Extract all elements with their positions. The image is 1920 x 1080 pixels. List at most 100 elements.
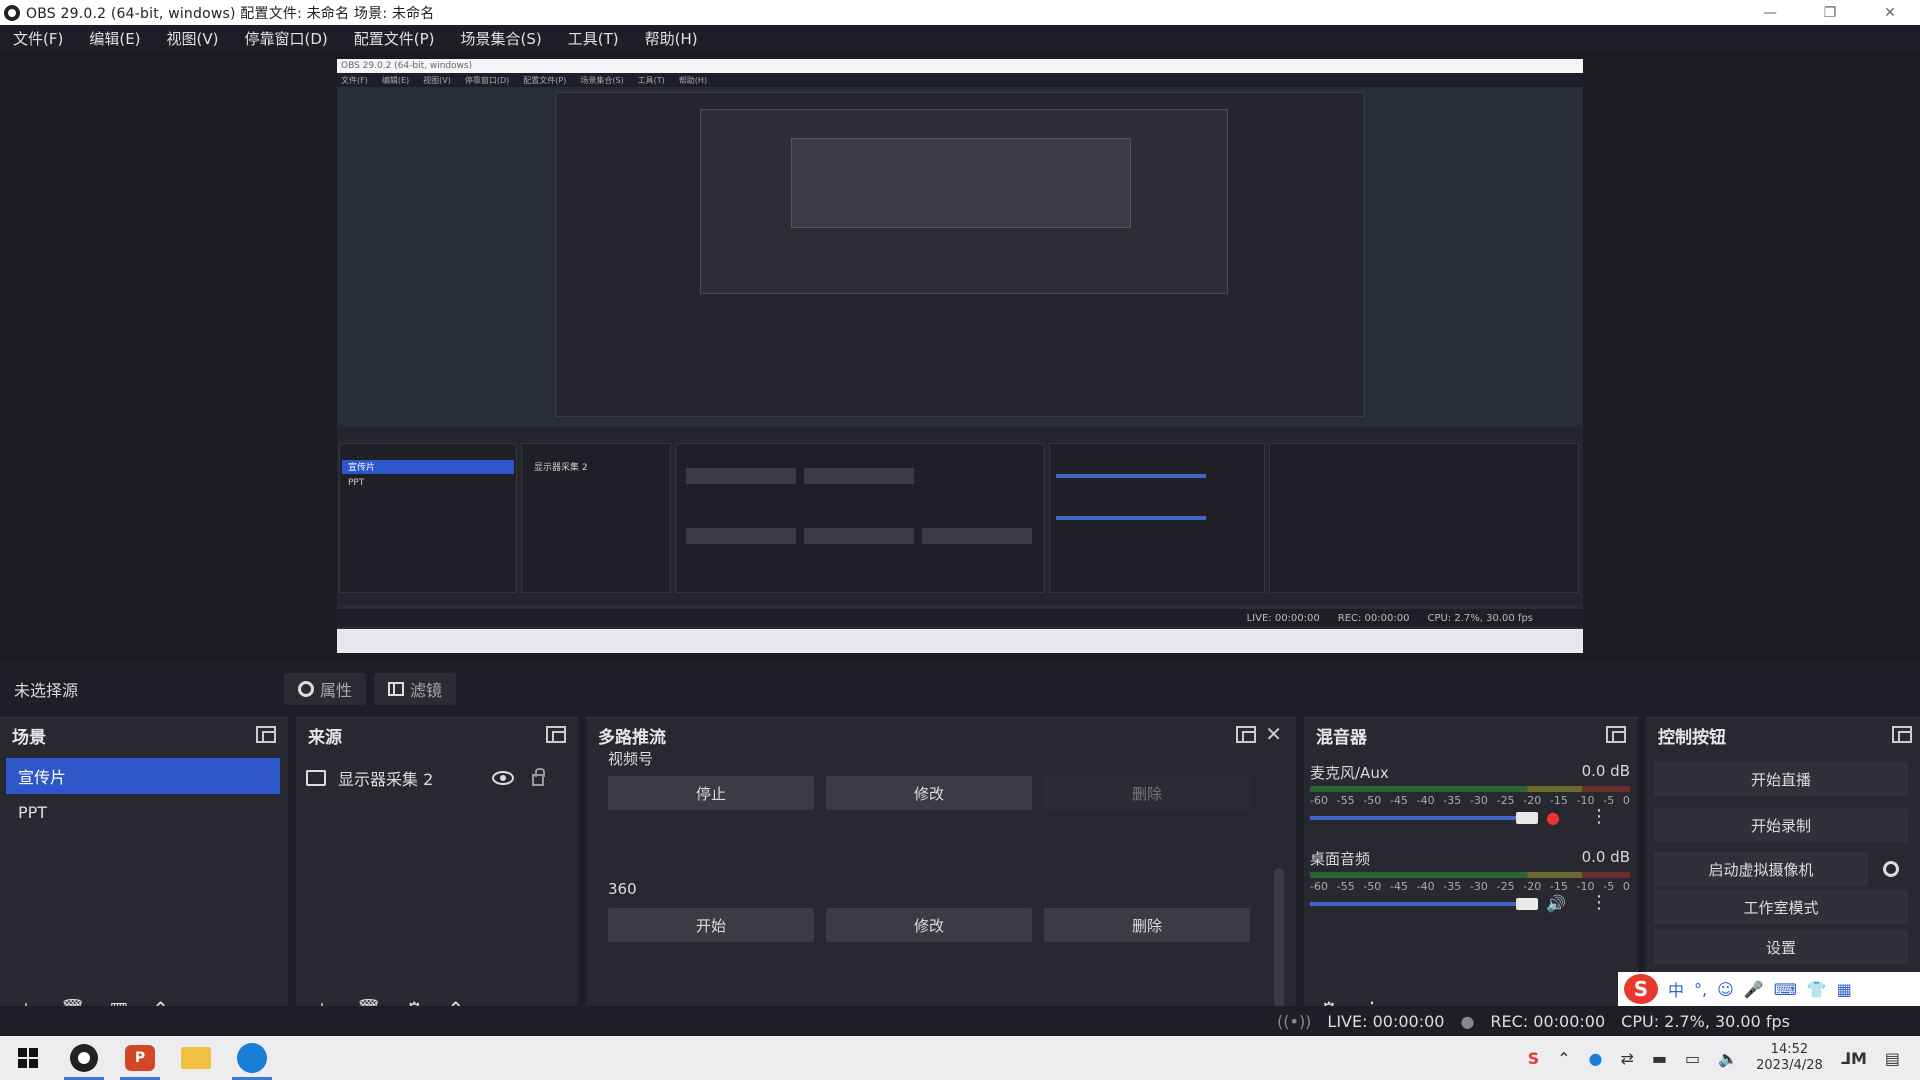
scrollbar[interactable] — [1274, 868, 1284, 1008]
close-button[interactable]: ✕ — [1860, 0, 1920, 25]
start-streaming-button[interactable]: 开始直播 — [1654, 762, 1908, 796]
ime-punctuation-icon[interactable]: °, — [1694, 980, 1707, 999]
source-toolbar: 未选择源 属性 滤镜 — [0, 667, 1920, 711]
window-title: OBS 29.0.2 (64-bit, windows) 配置文件: 未命名 场… — [26, 5, 435, 22]
meter-scale: -60 -55 -50 -45 -40 -35 -30 -25 -20 -15 … — [1310, 794, 1630, 807]
menu-file[interactable]: 文件(F) — [0, 28, 76, 49]
scene-item-promo[interactable]: 宣传片 — [6, 758, 280, 794]
preview-nested-scene-2: PPT — [348, 478, 365, 488]
eye-icon[interactable] — [492, 771, 514, 785]
ime-tray-icon[interactable]: S — [1528, 1049, 1540, 1068]
menu-docks[interactable]: 停靠窗口(D) — [232, 28, 341, 49]
scene-item-ppt[interactable]: PPT — [6, 794, 280, 830]
preview-nested-docks: 宣传片 PPT 显示器采集 2 — [337, 427, 1583, 605]
channel-db: 0.0 dB — [1581, 848, 1630, 866]
maximize-button[interactable]: ❐ — [1800, 0, 1860, 25]
taskbar-powerpoint[interactable]: P — [112, 1036, 168, 1080]
virtual-camera-settings-icon[interactable] — [1874, 852, 1908, 886]
app-tray-icon[interactable]: ● — [1589, 1049, 1603, 1068]
filters-button[interactable]: 滤镜 — [374, 673, 457, 705]
start-button[interactable]: 开始 — [608, 908, 814, 942]
preview-menu-item: 编辑(E) — [381, 75, 410, 85]
ime-toolbox-icon[interactable]: ▦ — [1837, 980, 1852, 999]
preview-nested-titlebar: OBS 29.0.2 (64-bit, windows) — [337, 59, 1583, 73]
scale-tick: -60 — [1310, 794, 1328, 807]
preview-nested-multistream — [675, 443, 1045, 593]
undock-icon[interactable] — [1236, 726, 1256, 743]
properties-button[interactable]: 属性 — [284, 673, 367, 705]
close-icon[interactable]: ✕ — [1265, 722, 1282, 746]
ime-mode-icon[interactable]: ⅃M — [1841, 1049, 1867, 1068]
scale-tick: -30 — [1469, 794, 1488, 807]
folder-icon — [181, 1047, 211, 1069]
volume-slider[interactable] — [1310, 902, 1530, 906]
ime-language-toggle[interactable]: 中 — [1668, 977, 1684, 1001]
ime-emoji-icon[interactable]: ☺ — [1717, 980, 1734, 999]
preview-nested-taskbar — [337, 629, 1583, 653]
menu-edit[interactable]: 编辑(E) — [76, 28, 153, 49]
menu-tools[interactable]: 工具(T) — [555, 28, 632, 49]
filters-label: 滤镜 — [410, 681, 443, 700]
preview-nested-status: LIVE: 00:00:00 REC: 00:00:00 CPU: 2.7%, … — [337, 609, 1583, 627]
clock[interactable]: 14:52 2023/4/28 — [1756, 1042, 1823, 1074]
scenes-dock: 场景 宣传片 PPT ＋ 🗑 ▥ ⌃ ⌄ — [0, 717, 288, 1029]
volume-slider-handle[interactable] — [1516, 898, 1538, 910]
edit-button[interactable]: 修改 — [826, 776, 1032, 810]
preview-recursive-capture — [555, 92, 1365, 417]
more-options-icon[interactable]: ⋮ — [1590, 892, 1608, 913]
volume-icon[interactable]: 🔈 — [1718, 1049, 1738, 1068]
minimize-button[interactable]: — — [1740, 0, 1800, 25]
undock-icon[interactable] — [1892, 726, 1912, 743]
settings-button[interactable]: 设置 — [1654, 930, 1908, 964]
undock-icon[interactable] — [1606, 726, 1626, 743]
preview-nested-cpu: CPU: 2.7%, 30.00 fps — [1427, 612, 1533, 624]
scale-tick: 0 — [1622, 880, 1630, 893]
stop-button[interactable]: 停止 — [608, 776, 814, 810]
menu-profile[interactable]: 配置文件(P) — [341, 28, 448, 49]
start-button[interactable] — [0, 1036, 56, 1080]
chevron-up-icon[interactable]: ⌃ — [1557, 1049, 1570, 1068]
delete-button[interactable]: 删除 — [1044, 908, 1250, 942]
start-virtual-camera-button[interactable]: 启动虚拟摄像机 — [1654, 852, 1868, 886]
taskbar-obs[interactable] — [56, 1036, 112, 1080]
clock-time: 14:52 — [1770, 1042, 1809, 1057]
preview-area[interactable]: OBS 29.0.2 (64-bit, windows) 文件(F) 编辑(E)… — [0, 51, 1920, 661]
scale-tick: -30 — [1469, 880, 1488, 893]
start-recording-button[interactable]: 开始录制 — [1654, 808, 1908, 842]
menu-view[interactable]: 视图(V) — [154, 28, 232, 49]
scale-tick: -40 — [1416, 880, 1435, 893]
preview-nested-button — [922, 528, 1032, 544]
preview-nested-slider — [1056, 474, 1206, 478]
menu-help[interactable]: 帮助(H) — [632, 28, 711, 49]
notification-icon[interactable]: ▤ — [1885, 1049, 1900, 1068]
windows-logo-icon — [18, 1048, 38, 1068]
ime-skin-icon[interactable]: 👕 — [1807, 980, 1827, 999]
more-options-icon[interactable]: ⋮ — [1590, 806, 1608, 827]
obs-icon — [70, 1044, 98, 1072]
sync-icon[interactable]: ⇄ — [1621, 1049, 1634, 1068]
undock-icon[interactable] — [256, 726, 276, 743]
preview-canvas[interactable]: OBS 29.0.2 (64-bit, windows) 文件(F) 编辑(E)… — [337, 59, 1583, 653]
delete-button[interactable]: 删除 — [1044, 776, 1250, 810]
ime-toolbar: S 中 °, ☺ 🎤 ⌨ 👕 ▦ — [1618, 972, 1920, 1006]
stream-target-name: 视频号 — [608, 750, 654, 768]
studio-mode-button[interactable]: 工作室模式 — [1654, 890, 1908, 924]
taskbar-file-explorer[interactable] — [168, 1036, 224, 1080]
scale-tick: -45 — [1389, 880, 1408, 893]
sogou-logo-icon[interactable]: S — [1624, 974, 1658, 1004]
edit-button[interactable]: 修改 — [826, 908, 1032, 942]
mic-muted-icon[interactable]: ● — [1546, 808, 1560, 827]
ime-keyboard-icon[interactable]: ⌨ — [1774, 980, 1797, 999]
menu-scene-collection[interactable]: 场景集合(S) — [448, 28, 555, 49]
speaker-icon[interactable]: 🔊 — [1546, 894, 1566, 913]
network-icon[interactable]: ▭ — [1685, 1049, 1700, 1068]
lock-icon[interactable] — [532, 768, 545, 786]
ime-voice-icon[interactable]: 🎤 — [1744, 980, 1764, 999]
source-item[interactable]: 显示器采集 2 — [306, 762, 564, 794]
mixer-dock: 混音器 麦克风/Aux 0.0 dB -60 -55 -50 -45 -40 -… — [1304, 717, 1638, 1029]
battery-icon[interactable]: ▬ — [1652, 1049, 1667, 1068]
volume-slider-handle[interactable] — [1516, 812, 1538, 824]
volume-slider[interactable] — [1310, 816, 1530, 820]
taskbar-app[interactable] — [224, 1036, 280, 1080]
undock-icon[interactable] — [546, 726, 566, 743]
